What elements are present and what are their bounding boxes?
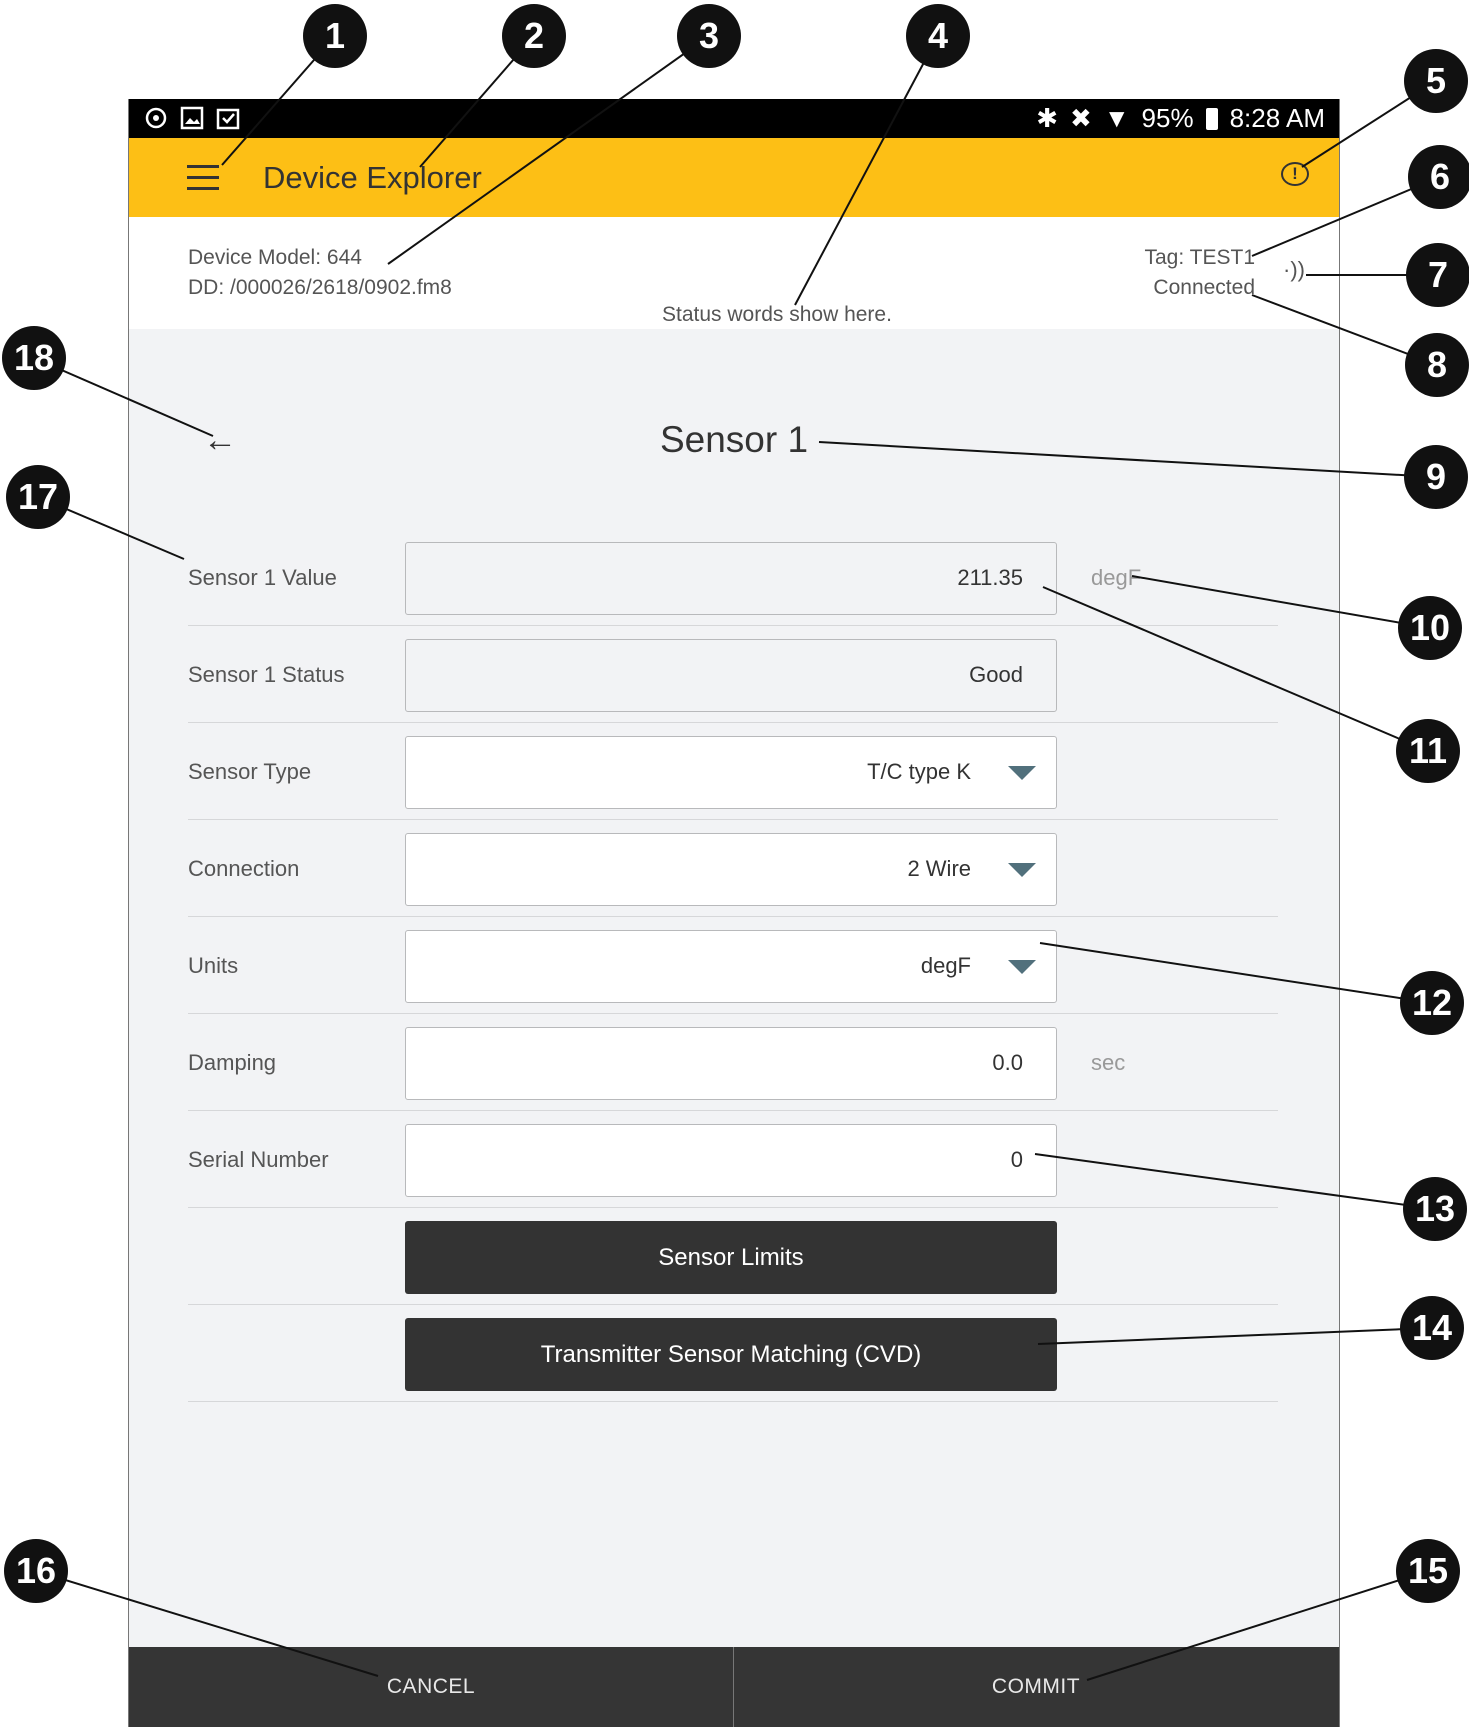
sync-icon: [145, 107, 167, 129]
field-value: 2 Wire: [907, 856, 971, 881]
unit-label: sec: [1091, 1050, 1126, 1075]
cvd-button[interactable]: Transmitter Sensor Matching (CVD): [405, 1318, 1057, 1391]
unit-label: degF: [1091, 565, 1142, 590]
battery-icon: [1205, 107, 1218, 130]
callout-badge: 16: [4, 1539, 68, 1603]
callout-badge: 18: [2, 326, 66, 390]
dropdown-arrow-icon[interactable]: [1008, 766, 1036, 780]
alert-bubble-icon[interactable]: !: [1281, 162, 1309, 186]
callout-badge: 11: [1396, 719, 1460, 783]
app-title: Device Explorer: [263, 160, 482, 195]
connection-status: Connected: [1153, 276, 1255, 299]
serial-number-input[interactable]: 0: [405, 1124, 1057, 1197]
app-bar: Device Explorer !: [129, 138, 1339, 217]
field-value: Good: [969, 662, 1023, 687]
row-sensor-limits: Sensor Limits: [188, 1207, 1278, 1305]
field-label: Sensor 1 Status: [188, 662, 345, 687]
callout-badge: 7: [1406, 243, 1469, 307]
dropdown-arrow-icon[interactable]: [1008, 960, 1036, 974]
field-value: degF: [920, 953, 971, 978]
callout-badge: 3: [677, 4, 741, 68]
battery-percent: 95%: [1141, 103, 1194, 133]
sensor-type-select[interactable]: T/C type K: [405, 736, 1057, 809]
bluetooth-icon: ✱: [1036, 103, 1059, 133]
damping-input[interactable]: 0.0: [405, 1027, 1057, 1100]
row-cvd: Transmitter Sensor Matching (CVD): [188, 1304, 1278, 1402]
field-value: 0: [1010, 1147, 1023, 1172]
mute-icon: ✖: [1070, 103, 1092, 133]
dropdown-arrow-icon[interactable]: [1008, 863, 1036, 877]
cancel-button[interactable]: CANCEL: [129, 1647, 734, 1727]
wifi-icon: ▼: [1103, 103, 1130, 133]
device-dd-path: DD: /000026/2618/0902.fm8: [188, 276, 452, 299]
callout-badge: 4: [906, 4, 970, 68]
bottom-action-bar: CANCEL COMMIT: [129, 1647, 1339, 1727]
connection-select[interactable]: 2 Wire: [405, 833, 1057, 906]
field-value: 211.35: [957, 565, 1023, 590]
image-icon: [180, 106, 204, 130]
field-label: Sensor 1 Value: [188, 565, 337, 590]
row-connection: Connection 2 Wire: [188, 819, 1278, 917]
tablet-screen: ✱ ✖ ▼ 95% 8:28 AM Device Explorer ! Devi…: [128, 99, 1340, 1727]
row-serial: Serial Number 0: [188, 1110, 1278, 1208]
callout-badge: 6: [1408, 145, 1469, 209]
callout-badge: 5: [1404, 49, 1468, 113]
hamburger-icon[interactable]: [187, 165, 219, 191]
callout-badge: 1: [303, 4, 367, 68]
callout-badge: 14: [1400, 1296, 1464, 1360]
callout-badge: 9: [1404, 445, 1468, 509]
units-select[interactable]: degF: [405, 930, 1057, 1003]
clipboard-icon: [216, 108, 240, 130]
status-words: Status words show here.: [662, 303, 892, 326]
callout-badge: 8: [1405, 333, 1469, 397]
device-tag: Tag: TEST1: [1144, 246, 1256, 269]
field-label: Sensor Type: [188, 759, 312, 784]
row-units: Units degF: [188, 916, 1278, 1014]
callout-badge: 12: [1400, 971, 1464, 1035]
row-damping: Damping 0.0 sec: [188, 1013, 1278, 1111]
page-title: Sensor 1: [659, 419, 809, 460]
callout-badge: 13: [1403, 1177, 1467, 1241]
sensor-status-field: Good: [405, 639, 1057, 712]
row-sensor-value: Sensor 1 Value 211.35 degF: [188, 528, 1278, 626]
sensor-limits-button[interactable]: Sensor Limits: [405, 1221, 1057, 1294]
field-label: Units: [188, 953, 239, 978]
device-model: Device Model: 644: [188, 246, 362, 269]
row-sensor-status: Sensor 1 Status Good: [188, 625, 1278, 723]
field-value: 0.0: [992, 1050, 1023, 1075]
status-bar: ✱ ✖ ▼ 95% 8:28 AM: [129, 99, 1339, 138]
device-info-panel: Device Model: 644 DD: /000026/2618/0902.…: [129, 217, 1339, 329]
callout-badge: 2: [502, 4, 566, 68]
clock: 8:28 AM: [1229, 103, 1325, 133]
row-sensor-type: Sensor Type T/C type K: [188, 722, 1278, 820]
signal-icon: ·)): [1283, 257, 1305, 282]
field-label: Damping: [188, 1050, 277, 1075]
field-label: Serial Number: [188, 1147, 329, 1172]
callout-badge: 17: [6, 465, 70, 529]
field-label: Connection: [188, 856, 300, 881]
callout-badge: 15: [1396, 1539, 1460, 1603]
field-value: T/C type K: [867, 759, 971, 784]
sensor-value-field: 211.35: [405, 542, 1057, 615]
commit-button[interactable]: COMMIT: [734, 1647, 1338, 1727]
callout-badge: 10: [1398, 596, 1462, 660]
